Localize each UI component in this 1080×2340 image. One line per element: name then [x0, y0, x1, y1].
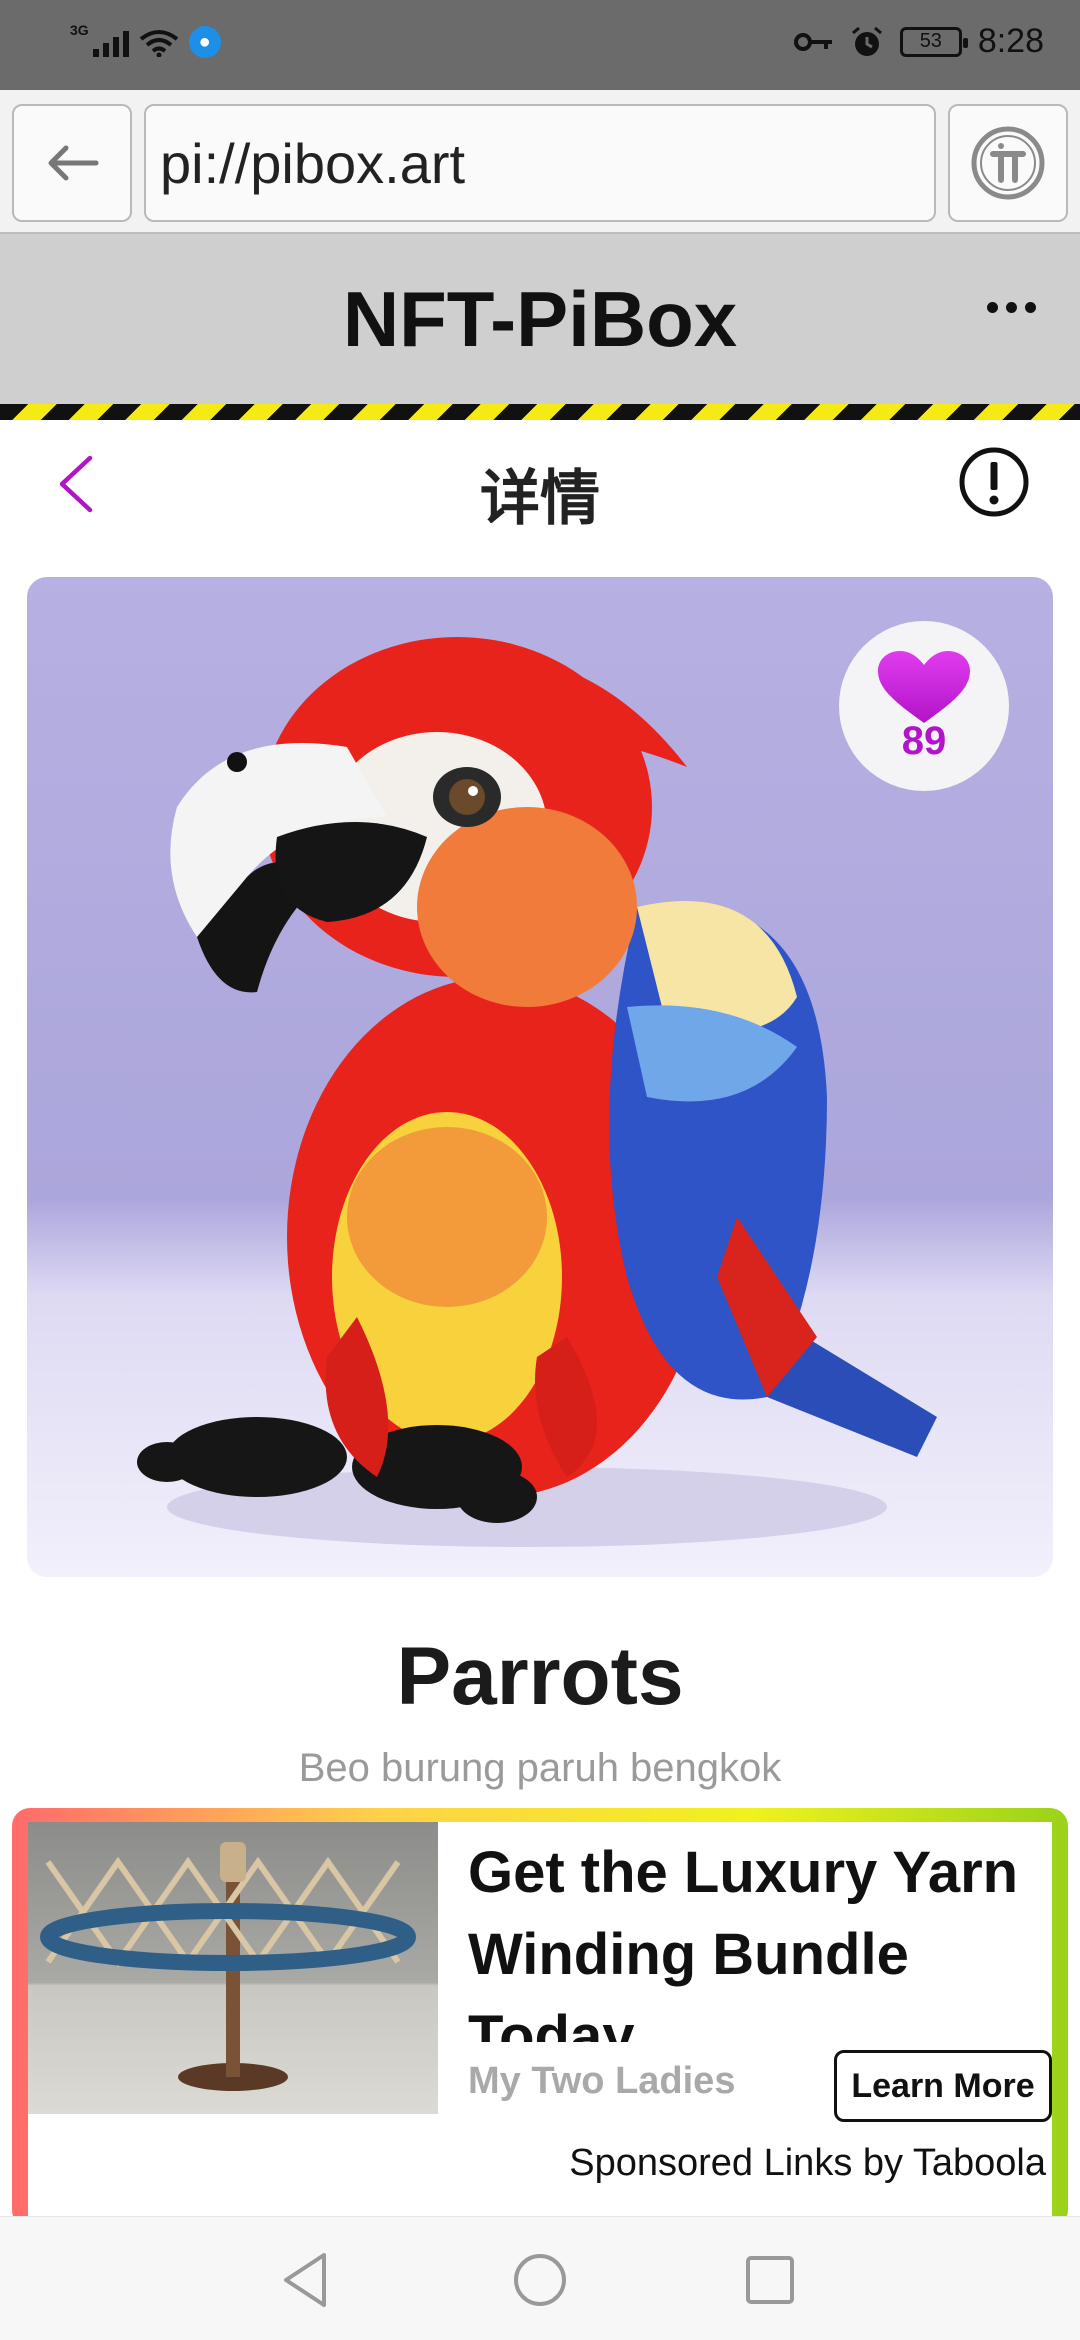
- like-button[interactable]: 89: [839, 621, 1009, 791]
- yarn-winder-image[interactable]: [28, 1822, 438, 2114]
- nav-home-icon[interactable]: [505, 2245, 575, 2315]
- screen: 3G ● 53 8:28 pi://pibox.art NFT-PiBox 详情…: [0, 0, 1080, 2340]
- system-nav-bar: [0, 2216, 1080, 2340]
- app-header: NFT-PiBox: [0, 234, 1080, 404]
- nft-description: Beo burung paruh bengkok: [298, 1746, 782, 1790]
- status-left: 3G ●: [70, 22, 221, 58]
- browser-back-button[interactable]: [12, 104, 132, 222]
- more-dots-icon[interactable]: [987, 302, 1036, 313]
- status-right: 53 8:28: [793, 22, 1044, 61]
- plush-parrot-image[interactable]: 89: [27, 577, 1053, 1577]
- nft-name: Parrots: [396, 1631, 684, 1722]
- heart-icon: [878, 650, 970, 723]
- learn-more-button[interactable]: Learn More: [834, 2050, 1052, 2122]
- status-bar: 3G ● 53 8:28: [0, 0, 1080, 90]
- url-text: pi://pibox.art: [160, 131, 466, 195]
- app-title: NFT-PiBox: [342, 275, 738, 363]
- battery-icon: 53: [899, 26, 968, 57]
- yarn-winder-illustration: [40, 1842, 416, 2091]
- back-arrow-icon: [48, 145, 99, 181]
- browser-toolbar: pi://pibox.art: [0, 90, 1080, 234]
- like-count: 89: [901, 718, 947, 763]
- nav-recents-icon[interactable]: [735, 2245, 805, 2315]
- signal-icon: [92, 27, 129, 57]
- clock-time: 8:28: [977, 22, 1044, 60]
- sponsored-by-label[interactable]: Sponsored Links by Taboola: [569, 2142, 1046, 2185]
- network-type-label: 3G: [70, 22, 89, 38]
- hazard-stripe: [0, 404, 1080, 420]
- key-icon: [793, 32, 832, 51]
- sponsored-ad[interactable]: Get the Luxury Yarn Winding Bundle Today…: [12, 1808, 1068, 2228]
- pi-browser-button[interactable]: [948, 104, 1068, 222]
- battery-level: 53: [919, 30, 942, 52]
- ad-card[interactable]: Get the Luxury Yarn Winding Bundle Today…: [28, 1822, 1052, 2228]
- ad-brand: My Two Ladies: [468, 2060, 736, 2102]
- info-icon[interactable]: [958, 446, 1030, 518]
- page-title: 详情: [480, 465, 600, 532]
- alarm-icon: [851, 26, 882, 56]
- pi-logo-icon: [971, 126, 1045, 200]
- wifi-icon: [139, 30, 178, 57]
- app-notification-icon: ●: [188, 26, 221, 58]
- url-field[interactable]: pi://pibox.art: [144, 104, 936, 222]
- nav-back-icon[interactable]: [272, 2245, 342, 2315]
- ad-headline[interactable]: Get the Luxury Yarn Winding Bundle Today: [468, 1832, 1058, 2042]
